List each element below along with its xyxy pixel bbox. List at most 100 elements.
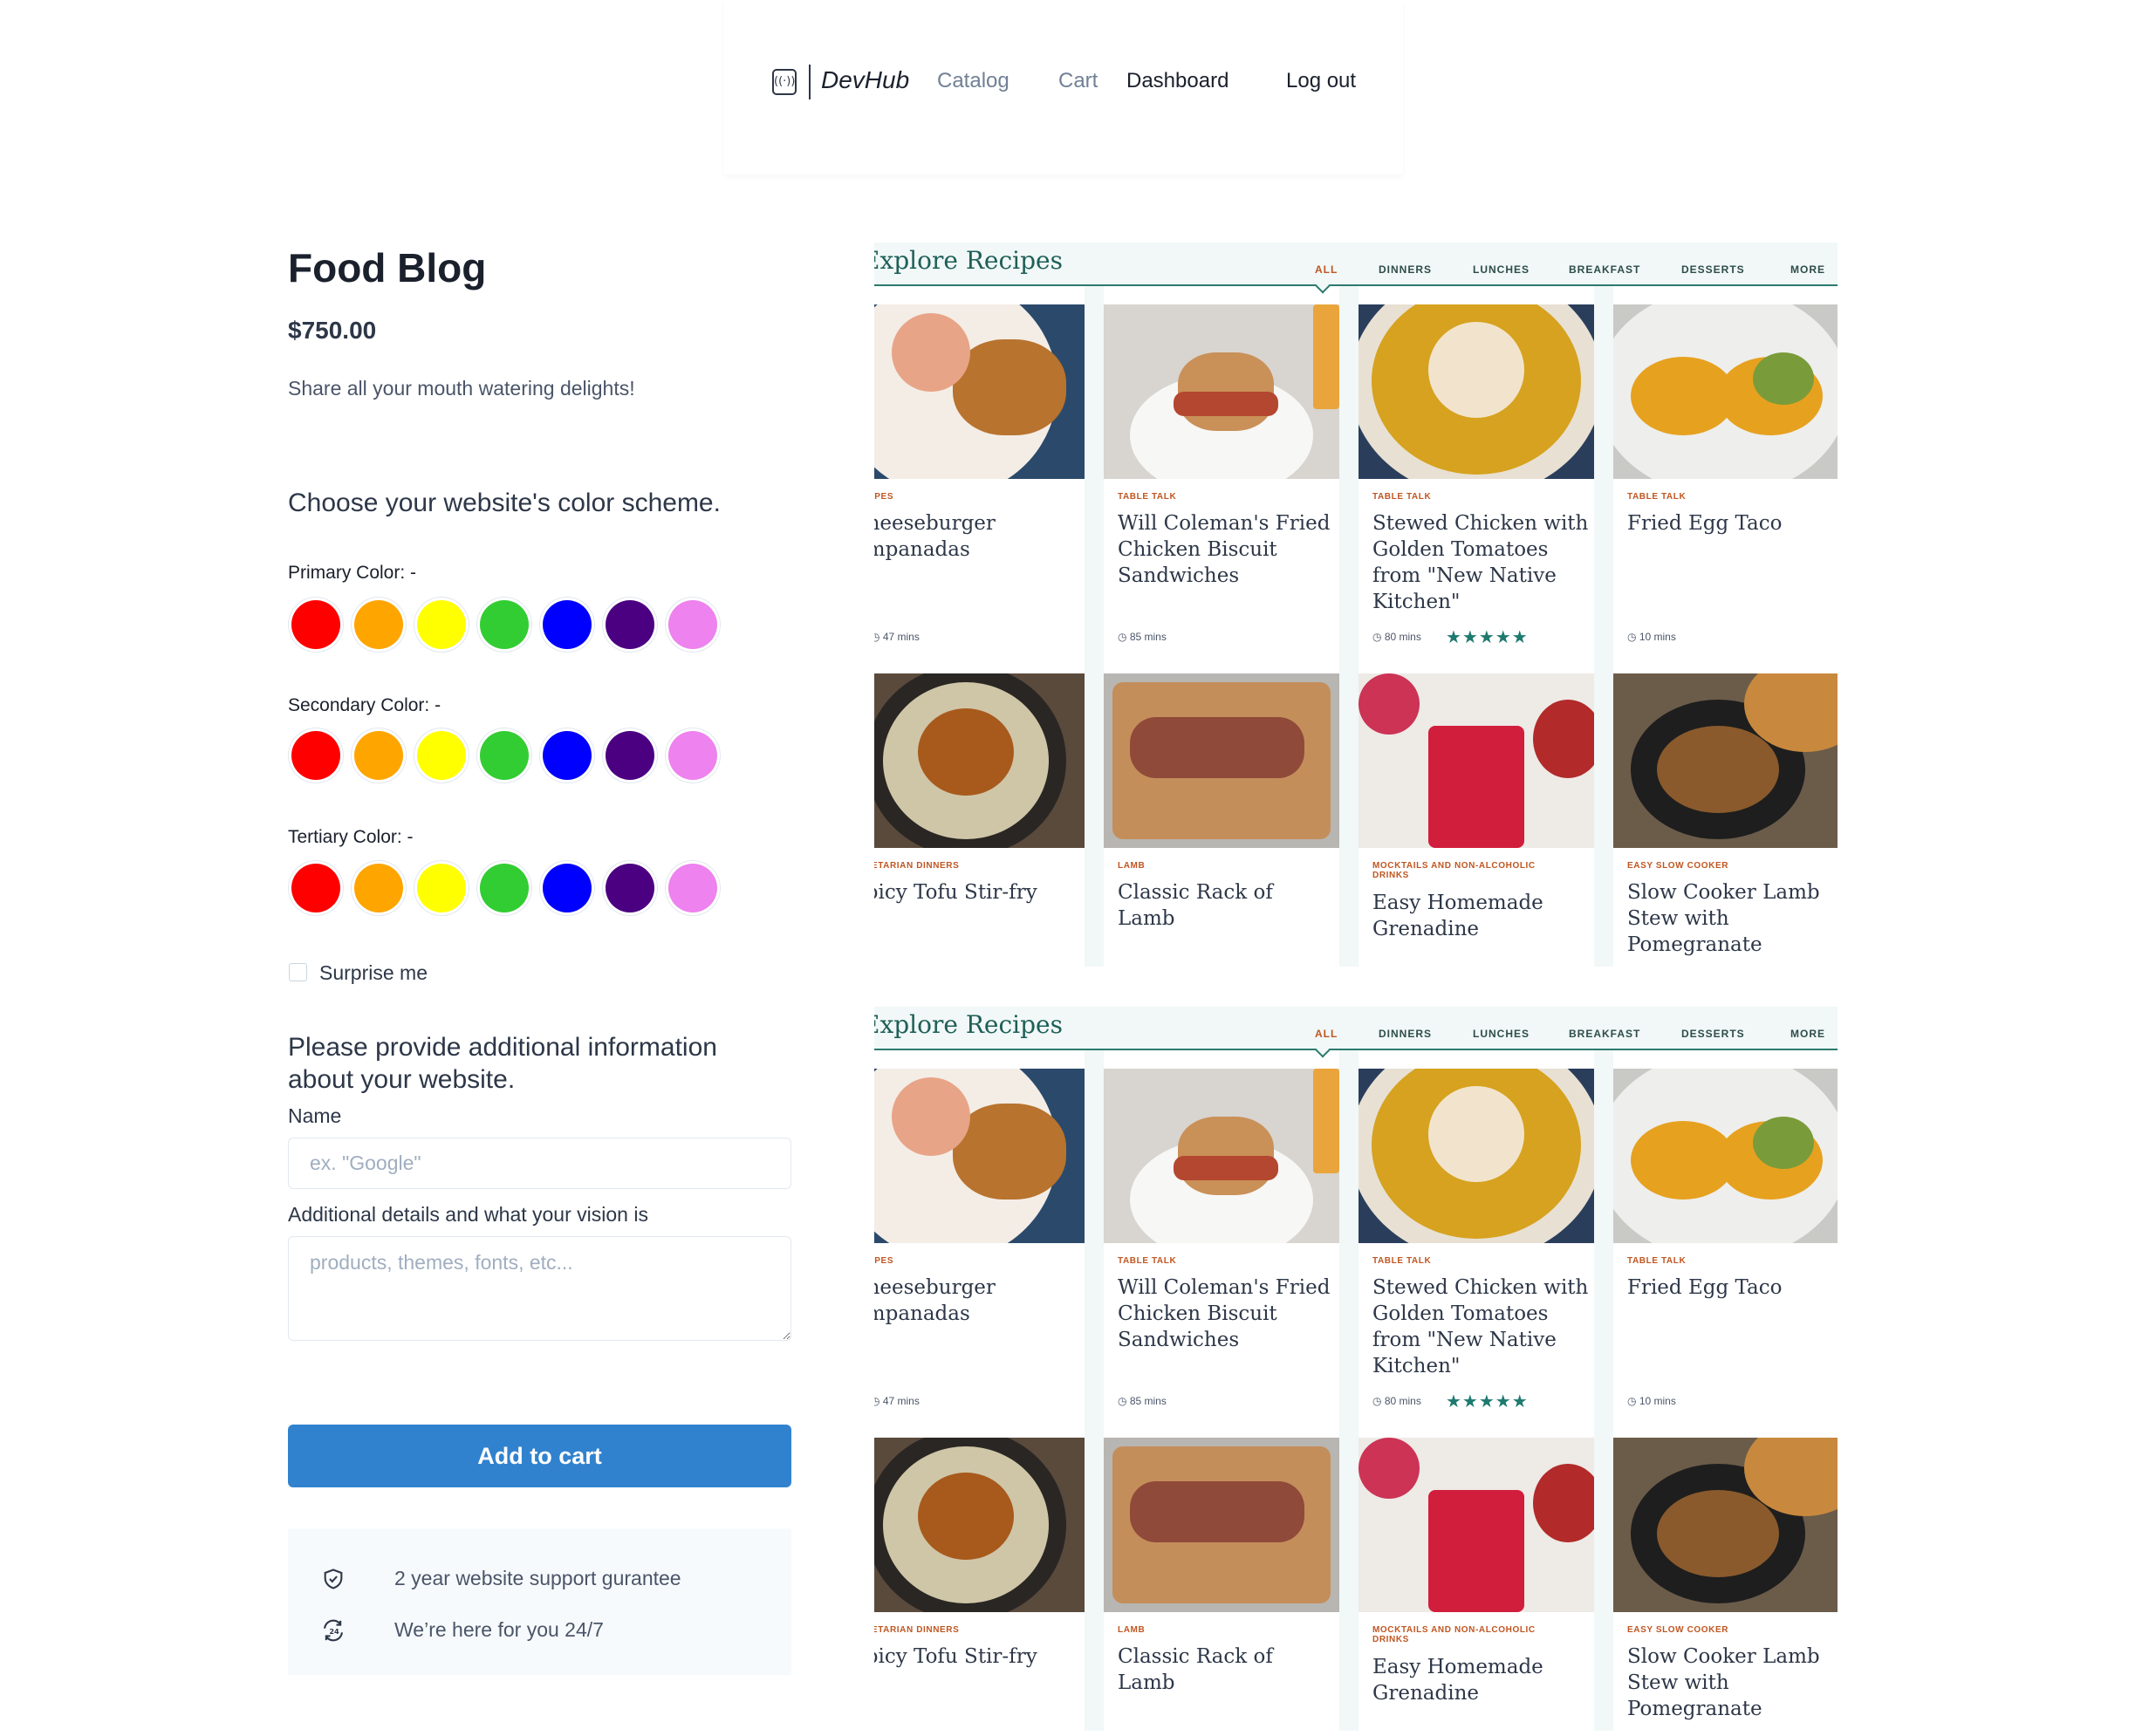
svg-text:24: 24	[329, 1627, 339, 1636]
recipe-name: Classic Rack of Lamb	[1118, 881, 1273, 930]
recipe-time: ◷ 10 mins	[1627, 1395, 1676, 1407]
preview-gutter	[1594, 1050, 1613, 1731]
recipe-image	[874, 304, 1085, 479]
recipe-card: EASY SLOW COOKER Slow Cooker Lamb Stew w…	[1613, 673, 1838, 967]
secondary-color-swatch[interactable]	[291, 731, 340, 780]
recipe-image	[1613, 1438, 1838, 1612]
recipe-category: TABLE TALK	[1118, 1256, 1177, 1266]
nav-catalog[interactable]: Catalog	[937, 69, 1009, 93]
recipe-category: VEGETARIAN DINNERS	[874, 1625, 960, 1635]
recipe-category: TABLE TALK	[1372, 492, 1432, 502]
secondary-color-swatch[interactable]	[668, 731, 717, 780]
clock-24-icon: 24	[324, 1619, 343, 1642]
recipe-image	[1359, 1069, 1594, 1243]
preview-header: Explore Recipes ALL DINNERS LUNCHES BREA…	[874, 1007, 1838, 1058]
recipe-time-value: 47 mins	[882, 1395, 920, 1407]
preview-tab-more: MORE	[1790, 1028, 1825, 1040]
recipe-category: EASY SLOW COOKER	[1627, 1625, 1729, 1635]
recipe-image	[1359, 304, 1594, 479]
recipe-card: TABLE TALK Stewed Chicken with Golden To…	[1359, 304, 1594, 655]
preview-gutter	[1085, 286, 1104, 967]
recipe-name: Stewed Chicken with Golden Tomatoes from…	[1372, 1276, 1589, 1377]
tertiary-color-label: Tertiary Color: -	[288, 827, 414, 847]
tertiary-color-swatch[interactable]	[480, 864, 529, 912]
primary-color-swatch[interactable]	[480, 600, 529, 649]
perk-help-text: We’re here for you 24/7	[394, 1618, 604, 1641]
name-input[interactable]	[288, 1138, 791, 1189]
secondary-color-swatch[interactable]	[543, 731, 592, 780]
add-to-cart-button[interactable]: Add to cart	[288, 1425, 791, 1487]
recipe-category: RECIPES	[874, 492, 894, 502]
primary-color-swatch[interactable]	[291, 600, 340, 649]
recipe-name: Will Coleman's Fried Chicken Biscuit San…	[1118, 512, 1331, 587]
tertiary-color-swatch[interactable]	[606, 864, 654, 912]
recipe-image	[1104, 304, 1339, 479]
recipe-card: TABLE TALK Fried Egg Taco ◷ 10 mins	[1613, 304, 1838, 655]
recipe-card: LAMB Classic Rack of Lamb	[1104, 673, 1339, 967]
secondary-color-swatch[interactable]	[417, 731, 466, 780]
secondary-color-label: Secondary Color: -	[288, 695, 441, 715]
preview-gutter	[1339, 286, 1359, 967]
preview-tab-breakfast: BREAKFAST	[1569, 263, 1641, 276]
tertiary-color-swatch[interactable]	[543, 864, 592, 912]
color-scheme-heading: Choose your website's color scheme.	[288, 489, 721, 517]
recipe-card: RECIPES Cheeseburger Empanadas ◷ 47 mins	[874, 1069, 1085, 1419]
recipe-image	[874, 673, 1085, 848]
recipe-rating-stars: ★★★★★	[1446, 626, 1529, 647]
preview-tab-desserts: DESSERTS	[1681, 263, 1745, 276]
recipe-category: TABLE TALK	[1627, 492, 1687, 502]
recipe-card: TABLE TALK Stewed Chicken with Golden To…	[1359, 1069, 1594, 1419]
recipe-image	[1359, 673, 1594, 848]
recipe-card: TABLE TALK Fried Egg Taco ◷ 10 mins	[1613, 1069, 1838, 1419]
recipe-name: Will Coleman's Fried Chicken Biscuit San…	[1118, 1276, 1331, 1351]
surprise-me-checkbox[interactable]	[289, 963, 307, 981]
primary-color-swatch[interactable]	[417, 600, 466, 649]
primary-color-swatch[interactable]	[606, 600, 654, 649]
recipe-card: MOCKTAILS AND NON-ALCOHOLIC DRINKS Easy …	[1359, 673, 1594, 967]
recipe-image	[1613, 1069, 1838, 1243]
recipe-category: TABLE TALK	[1372, 1256, 1432, 1266]
secondary-color-swatch[interactable]	[480, 731, 529, 780]
recipe-category: MOCKTAILS AND NON-ALCOHOLIC DRINKS	[1372, 1625, 1536, 1644]
brand-name[interactable]: DevHub	[821, 66, 909, 94]
recipe-time: ◷ 80 mins	[1372, 631, 1421, 643]
recipe-category: TABLE TALK	[1118, 492, 1177, 502]
tertiary-color-swatch[interactable]	[668, 864, 717, 912]
recipe-name: Classic Rack of Lamb	[1118, 1645, 1273, 1694]
nav-logout[interactable]: Log out	[1286, 69, 1356, 93]
nav-cart[interactable]: Cart	[1058, 69, 1098, 93]
additional-info-heading: Please provide additional information ab…	[288, 1033, 717, 1094]
recipe-time: ◷ 85 mins	[1118, 631, 1167, 643]
perks-panel: 2 year website support gurantee 24 We’re…	[288, 1528, 791, 1675]
recipe-name: Slow Cooker Lamb Stew with Pomegranate	[1627, 1645, 1820, 1720]
tertiary-color-swatch[interactable]	[354, 864, 403, 912]
primary-color-swatch[interactable]	[668, 600, 717, 649]
product-description: Share all your mouth watering delights!	[288, 377, 635, 400]
secondary-color-swatch[interactable]	[606, 731, 654, 780]
recipe-rating-stars: ★★★★★	[1446, 1391, 1529, 1411]
recipe-name: Cheeseburger Empanadas	[874, 512, 996, 561]
recipe-image	[874, 1438, 1085, 1612]
details-label: Additional details and what your vision …	[288, 1203, 648, 1226]
recipe-name: Easy Homemade Grenadine	[1372, 1656, 1543, 1705]
recipe-name: Cheeseburger Empanadas	[874, 1276, 996, 1325]
preview-tab-all: ALL	[1315, 263, 1338, 276]
recipe-card: LAMB Classic Rack of Lamb	[1104, 1438, 1339, 1731]
recipe-time: ◷ 10 mins	[1627, 631, 1676, 643]
preview-tab-dinners: DINNERS	[1379, 263, 1433, 276]
secondary-color-swatch[interactable]	[354, 731, 403, 780]
details-textarea[interactable]	[288, 1236, 791, 1341]
recipe-time: ◷ 47 mins	[874, 1395, 920, 1407]
surprise-me-label[interactable]: Surprise me	[319, 961, 428, 985]
primary-color-swatch[interactable]	[354, 600, 403, 649]
recipe-time: ◷ 80 mins	[1372, 1395, 1421, 1407]
devhub-logo-icon[interactable]: ((·))	[772, 69, 797, 95]
preview-gutter	[1594, 286, 1613, 967]
preview-title: Explore Recipes	[874, 246, 1063, 275]
recipe-category: MOCKTAILS AND NON-ALCOHOLIC DRINKS	[1372, 861, 1536, 880]
primary-color-swatch[interactable]	[543, 600, 592, 649]
tertiary-color-swatch[interactable]	[417, 864, 466, 912]
preview-tab-caret	[1315, 1042, 1331, 1058]
tertiary-color-swatch[interactable]	[291, 864, 340, 912]
nav-dashboard[interactable]: Dashboard	[1126, 69, 1228, 93]
